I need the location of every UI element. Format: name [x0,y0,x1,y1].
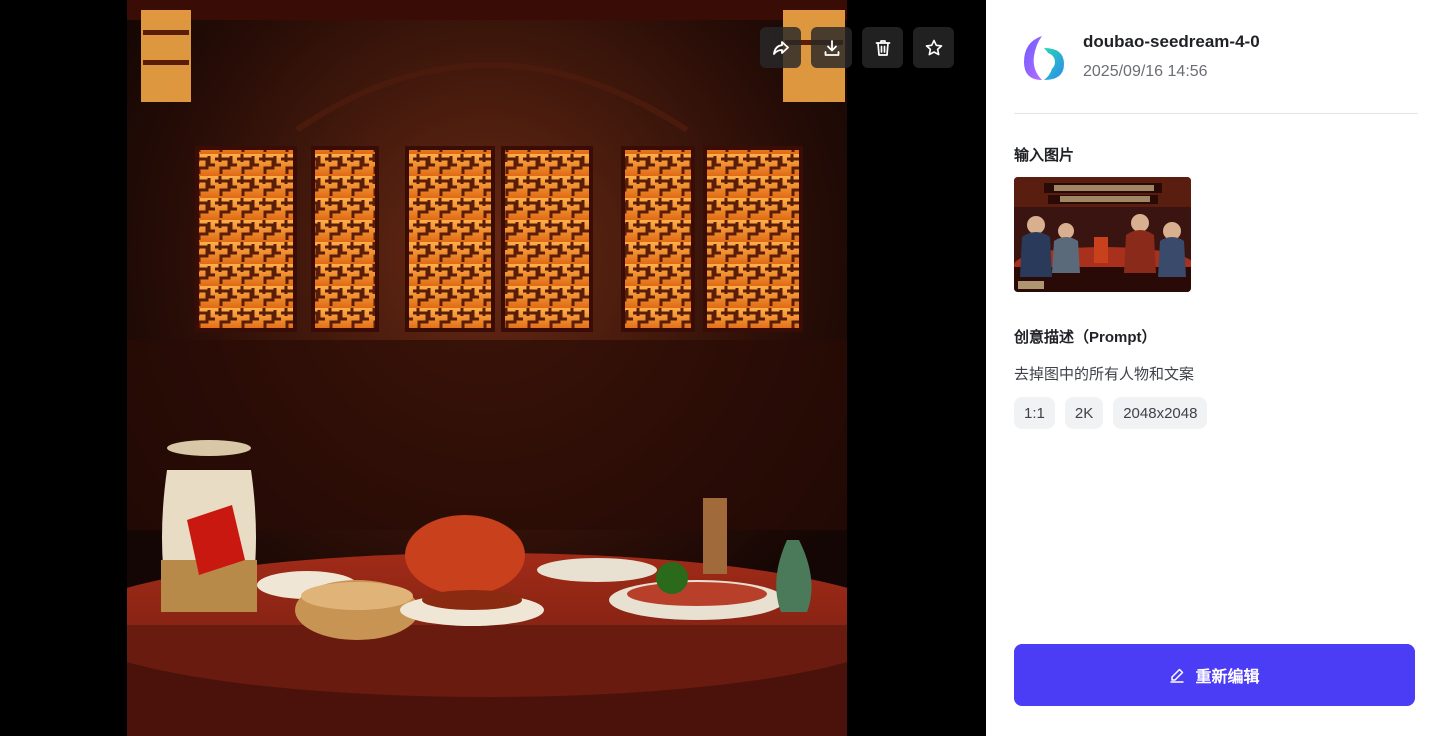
delete-button[interactable] [862,27,903,68]
generated-image-art [127,0,847,736]
size-tag: 2048x2048 [1113,397,1208,429]
doubao-logo-icon [1024,36,1064,80]
share-button[interactable] [760,27,801,68]
download-icon [824,39,839,56]
star-icon [925,39,942,55]
prompt-title: 创意描述（Prompt） [1014,329,1157,346]
download-button[interactable] [811,27,852,68]
timestamp: 2025/09/16 14:56 [1083,63,1208,80]
details-panel: doubao-seedream-4-0 2025/09/16 14:56 输入图… [986,0,1440,736]
prompt-text: 去掉图中的所有人物和文案 [1014,366,1195,383]
input-image-thumbnail[interactable] [1014,177,1191,292]
input-image-preview [1014,177,1191,292]
edit-pencil-icon [1170,668,1185,683]
reedit-label: 重新编辑 [1195,669,1260,686]
reedit-button[interactable]: 重新编辑 [1014,644,1415,706]
resolution-tag: 2K [1064,397,1104,429]
image-viewer [0,0,986,736]
input-image-title: 输入图片 [1014,147,1075,164]
share-arrow-icon [772,40,789,55]
trash-icon [875,39,890,56]
favorite-button[interactable] [913,27,954,68]
aspect-ratio-tag: 1:1 [1014,397,1055,429]
generated-image[interactable] [127,0,847,736]
model-name: doubao-seedream-4-0 [1083,32,1260,51]
panel-header: doubao-seedream-4-0 2025/09/16 14:56 [1014,28,1418,114]
image-toolbar [760,27,954,68]
parameter-tags: 1:1 2K 2048x2048 [1014,397,1208,429]
